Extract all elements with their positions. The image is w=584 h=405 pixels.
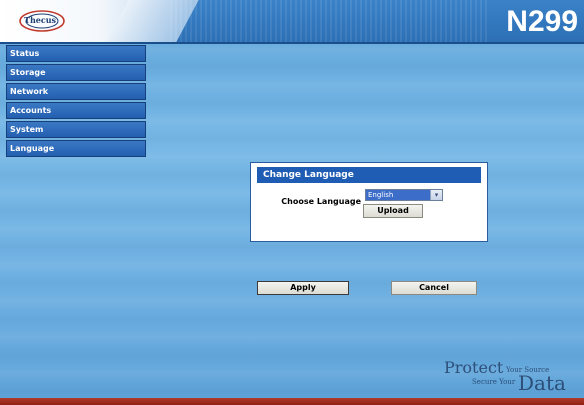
language-select-value: English: [366, 190, 432, 200]
bottom-bar: [0, 398, 584, 405]
tagline-secure-your: Secure Your: [472, 378, 516, 386]
thecus-logo: Thecus: [18, 8, 68, 34]
dialog-title: Change Language: [257, 167, 481, 183]
sidebar-item-system[interactable]: System: [6, 121, 146, 138]
language-select[interactable]: English ▾: [365, 189, 443, 201]
header-bar: Thecus N299: [0, 0, 584, 44]
apply-button[interactable]: Apply: [257, 281, 349, 295]
sidebar-item-accounts[interactable]: Accounts: [6, 102, 146, 119]
model-name: N299: [506, 5, 578, 38]
logo-text: Thecus: [24, 15, 57, 25]
sidebar-nav: Status Storage Network Accounts System L…: [6, 45, 146, 159]
sidebar-item-language[interactable]: Language: [6, 140, 146, 157]
choose-language-label: Choose Language: [281, 197, 361, 206]
upload-button[interactable]: Upload: [363, 204, 423, 218]
sidebar-item-network[interactable]: Network: [6, 83, 146, 100]
sidebar-item-status[interactable]: Status: [6, 45, 146, 62]
change-language-dialog: Change Language Choose Language English …: [250, 162, 488, 295]
chevron-down-icon[interactable]: ▾: [430, 190, 442, 200]
header-stripes: [170, 0, 490, 42]
cancel-button[interactable]: Cancel: [391, 281, 477, 295]
tagline-data: Data: [518, 371, 566, 395]
tagline-protect: Protect: [444, 358, 504, 377]
dialog-footer: Apply Cancel: [257, 221, 481, 295]
brand-tagline: Protect Your Source Secure Your Data: [444, 358, 584, 395]
sidebar-item-storage[interactable]: Storage: [6, 64, 146, 81]
